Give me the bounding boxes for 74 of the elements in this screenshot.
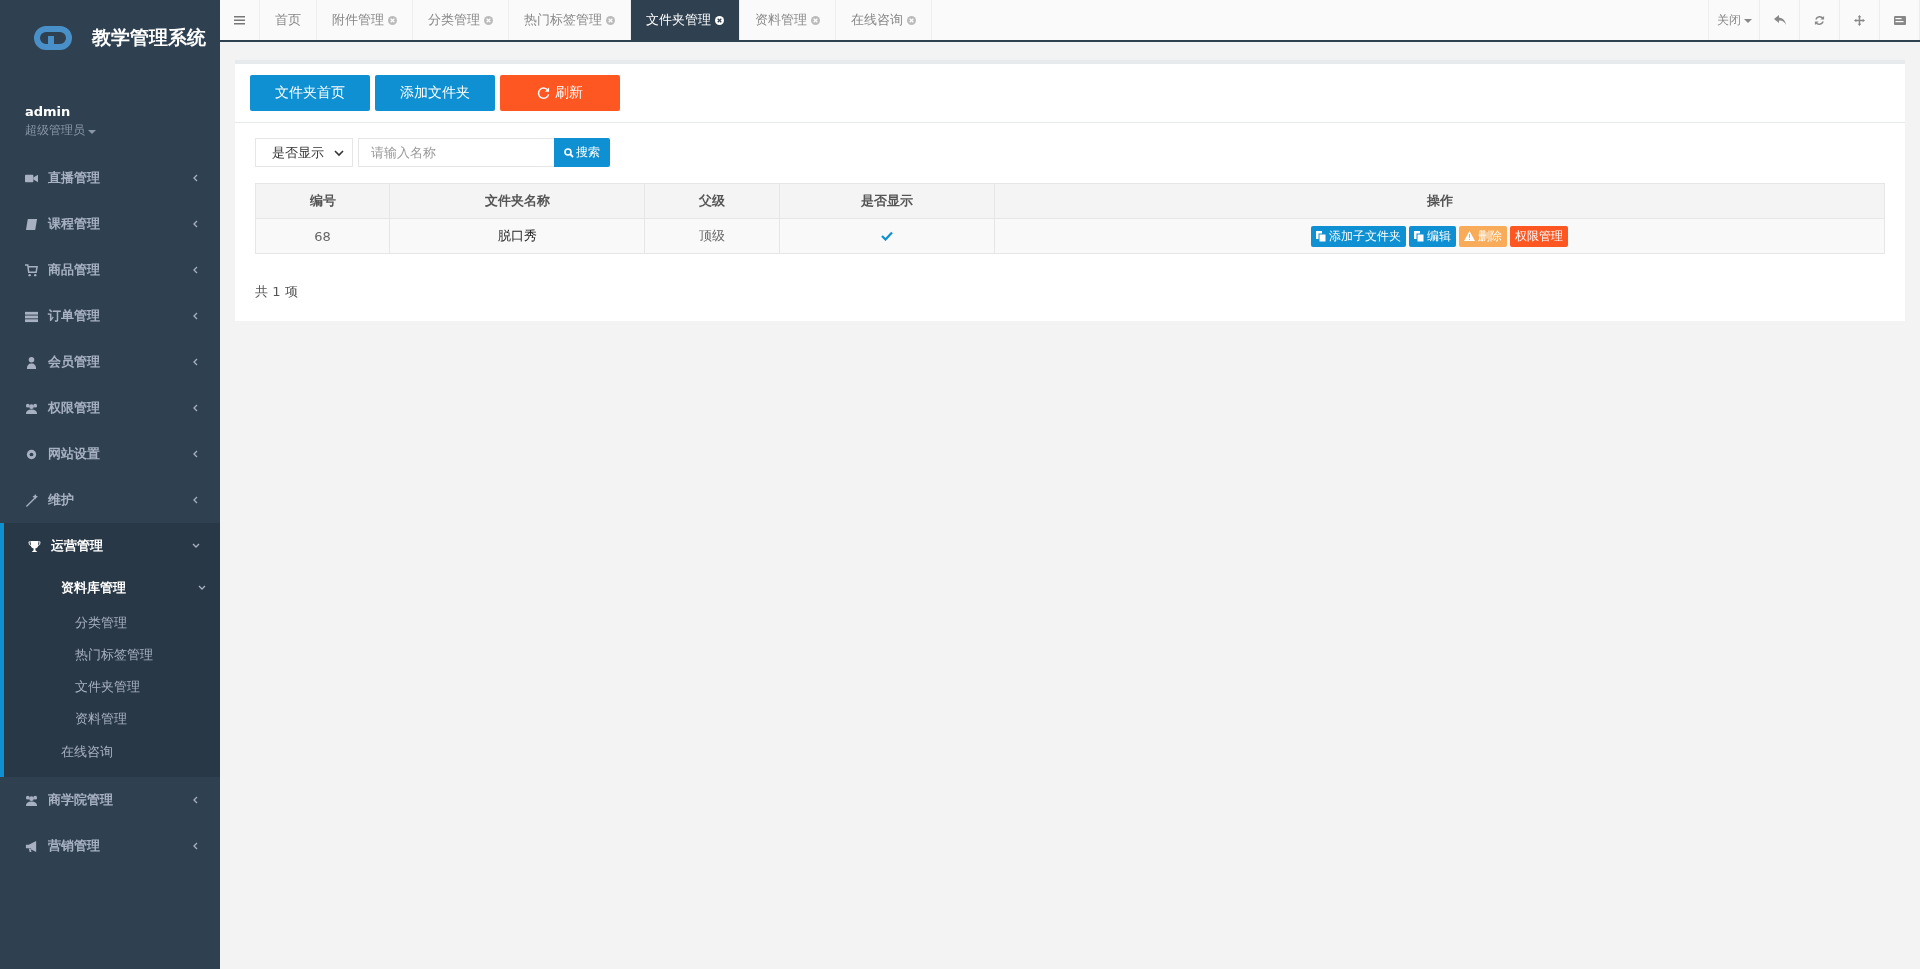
book-icon <box>25 217 38 231</box>
chevron-left-icon <box>192 842 200 850</box>
trophy-icon <box>28 539 41 553</box>
row-action-button[interactable]: 添加子文件夹 <box>1311 225 1406 247</box>
menu-item[interactable]: 商品管理 <box>0 247 220 293</box>
menu-item[interactable]: 订单管理 <box>0 293 220 339</box>
user-name: admin <box>25 104 71 119</box>
menu-item[interactable]: 直播管理 <box>0 155 220 201</box>
chevron-left-icon <box>192 796 200 804</box>
menu-item[interactable]: 网站设置 <box>0 431 220 477</box>
tab[interactable]: 资料管理 <box>740 0 836 40</box>
search-field[interactable]: 请输入名称 <box>358 138 554 167</box>
chevron-left-icon <box>192 174 200 182</box>
column-header: 编号 <box>255 183 390 219</box>
chevron-down-icon <box>334 148 344 157</box>
logo-text: 教学管理系统 <box>92 25 206 50</box>
search-icon <box>564 147 574 158</box>
table-cell: 68 <box>255 218 390 254</box>
menu-item[interactable]: 维护 <box>0 477 220 523</box>
cart-icon <box>25 263 38 277</box>
menu-item[interactable]: 权限管理 <box>0 385 220 431</box>
column-header: 操作 <box>994 183 1885 219</box>
bullhorn-icon <box>25 839 38 853</box>
list-icon <box>25 309 38 323</box>
table-cell: 脱口秀 <box>389 218 645 254</box>
users-icon <box>25 793 38 807</box>
total-count: 共 1 项 <box>255 283 299 301</box>
column-header: 文件夹名称 <box>389 183 645 219</box>
wand-icon <box>25 493 38 507</box>
chevron-left-icon <box>192 312 200 320</box>
tab[interactable]: 附件管理 <box>317 0 413 40</box>
toolbar-button[interactable]: 文件夹首页 <box>250 75 370 111</box>
column-header: 是否显示 <box>779 183 995 219</box>
submenu-item[interactable]: 资料库管理 <box>4 569 220 607</box>
search-button[interactable]: 搜索 <box>554 138 610 167</box>
menu-item[interactable]: 营销管理 <box>0 823 220 869</box>
close-icon[interactable] <box>715 15 724 25</box>
chevron-down-icon <box>192 542 200 550</box>
copy-icon <box>1414 230 1424 242</box>
tab[interactable]: 在线咨询 <box>836 0 932 40</box>
refresh-icon <box>537 86 550 100</box>
menu-item[interactable]: 会员管理 <box>0 339 220 385</box>
tab[interactable]: 分类管理 <box>413 0 509 40</box>
close-tabs-dropdown[interactable]: 关闭 <box>1708 0 1760 40</box>
submenu-item[interactable]: 资料管理 <box>4 703 220 735</box>
toolbar-button[interactable]: 刷新 <box>500 75 620 111</box>
user-icon <box>25 355 38 369</box>
tab[interactable]: 首页 <box>260 0 317 40</box>
tab[interactable]: 文件夹管理 <box>631 0 740 40</box>
visibility-select[interactable]: 是否显示 <box>255 138 353 167</box>
chevron-left-icon <box>192 404 200 412</box>
row-action-button[interactable]: 权限管理 <box>1510 225 1568 247</box>
copy-icon <box>1316 230 1326 242</box>
toolbar-button[interactable]: 添加文件夹 <box>375 75 495 111</box>
chevron-left-icon <box>192 358 200 366</box>
submenu-item[interactable]: 在线咨询 <box>4 735 220 769</box>
menu-item[interactable]: 课程管理 <box>0 201 220 247</box>
chevron-left-icon <box>192 266 200 274</box>
warning-icon <box>1464 231 1475 241</box>
chevron-left-icon <box>192 496 200 504</box>
menu-item[interactable]: 商学院管理 <box>0 777 220 823</box>
chevron-down-icon <box>198 584 206 592</box>
submenu-item[interactable]: 热门标签管理 <box>4 639 220 671</box>
submenu-item[interactable]: 文件夹管理 <box>4 671 220 703</box>
submenu-item[interactable]: 分类管理 <box>4 607 220 639</box>
users-icon <box>25 401 38 415</box>
menu-item[interactable]: 运营管理 <box>4 523 220 569</box>
user-role-dropdown[interactable]: 超级管理员 <box>25 122 96 139</box>
gear-icon <box>25 447 38 461</box>
chevron-left-icon <box>192 220 200 228</box>
column-header: 父级 <box>644 183 780 219</box>
row-action-button[interactable]: 编辑 <box>1409 225 1456 247</box>
table-cell: 顶级 <box>644 218 780 254</box>
chevron-left-icon <box>192 450 200 458</box>
